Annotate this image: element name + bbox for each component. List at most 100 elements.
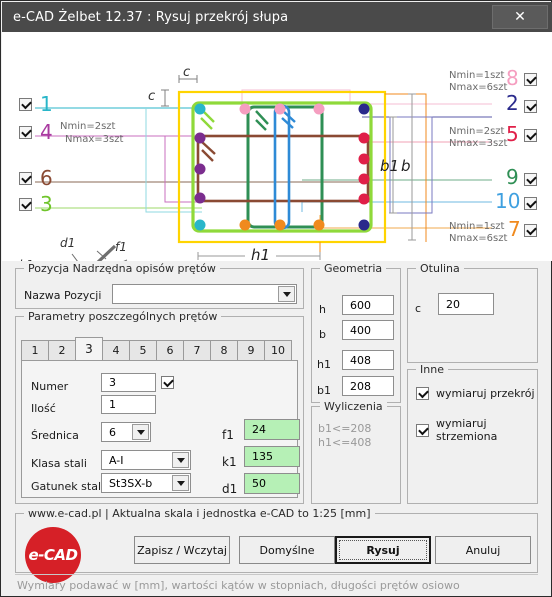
- bar-checkbox-1[interactable]: [19, 98, 32, 111]
- tab-5[interactable]: 5: [129, 340, 157, 361]
- tab-6[interactable]: 6: [156, 340, 184, 361]
- checkbox-icon[interactable]: [416, 387, 429, 400]
- klasa-stali-combo[interactable]: A-I: [101, 450, 191, 470]
- geometry-b1-input[interactable]: 208: [342, 376, 394, 396]
- cross-section-drawing: c c b1 b h1 h d1 f1 k1 1 4 Nmin=2szt Nma…: [2, 32, 552, 261]
- numer-input[interactable]: 3: [101, 373, 156, 392]
- bar-tabs: 1 2 3 4 5 6 7 8 9 10: [21, 337, 292, 361]
- bar-nmax-4: Nmax=3szt: [65, 134, 124, 145]
- bar-checkbox-2[interactable]: [524, 100, 537, 113]
- chevron-down-icon[interactable]: [172, 475, 189, 491]
- bar-nmax-8: Nmax=6szt: [449, 82, 508, 93]
- chevron-down-icon[interactable]: [132, 424, 149, 440]
- window-title: e-CAD Żelbet 12.37 : Rysuj przekrój słup…: [13, 9, 289, 25]
- d1-input[interactable]: 50: [244, 473, 300, 494]
- parent-position-legend: Pozycja Nadrzędna opisów prętów: [24, 262, 220, 275]
- geometry-h-input[interactable]: 600: [342, 295, 394, 315]
- bar-number-10: 10: [495, 189, 521, 213]
- bar-nmin-4: Nmin=2szt: [60, 121, 116, 132]
- bar-parameters-legend: Parametry poszczególnych prętów: [24, 310, 222, 323]
- srednica-combo[interactable]: 6: [101, 422, 151, 442]
- option-dimension-stirrups-label: wymiaruj strzemiona: [436, 417, 498, 443]
- detail-label-d1: d1: [60, 236, 76, 250]
- gatunek-stali-value: St3SX-b: [109, 476, 153, 490]
- cover-group: Otulina: [407, 262, 538, 363]
- position-name-label: Nazwa Pozycji: [24, 289, 102, 302]
- k1-input[interactable]: 135: [244, 446, 300, 467]
- bar-checkbox-10[interactable]: [524, 197, 537, 210]
- f1-label: f1: [222, 428, 234, 442]
- defaults-button[interactable]: Domyślne: [239, 536, 335, 564]
- bar-nmin-8: Nmin=1szt: [449, 70, 505, 81]
- bar-number-9: 9: [506, 165, 519, 189]
- bar-number-6: 6: [40, 166, 53, 190]
- geometry-h1-input[interactable]: 408: [342, 350, 394, 370]
- tab-4[interactable]: 4: [102, 340, 130, 361]
- draw-button[interactable]: Rysuj: [335, 536, 431, 564]
- other-options-legend: Inne: [416, 363, 448, 376]
- option-dimension-section-label: wymiaruj przekrój: [436, 387, 535, 400]
- footer-legend: www.e-cad.pl | Aktualna skala i jednostk…: [24, 507, 375, 520]
- defaults-label: Domyślne: [259, 543, 315, 557]
- cover-c-input[interactable]: 20: [438, 293, 494, 315]
- bar-number-2: 2: [506, 91, 519, 115]
- bar-checkbox-3[interactable]: [19, 198, 32, 211]
- bar-number-3: 3: [40, 192, 53, 216]
- d1-label: d1: [222, 482, 238, 496]
- tab-10[interactable]: 10: [264, 340, 292, 361]
- geometry-b1-label: b1: [317, 384, 331, 397]
- chevron-down-icon[interactable]: [172, 452, 189, 468]
- tab-2[interactable]: 2: [48, 340, 76, 361]
- position-name-combo[interactable]: [112, 284, 297, 304]
- f1-input[interactable]: 24: [244, 419, 300, 440]
- bar-number-8: 8: [506, 66, 519, 90]
- save-load-button[interactable]: Zapisz / Wczytaj: [134, 536, 230, 564]
- bar-checkbox-7[interactable]: [524, 224, 537, 237]
- bar-nmax-5: Nmax=3szt: [449, 138, 508, 149]
- numer-enabled-checkbox[interactable]: [161, 376, 174, 389]
- bar-checkbox-9[interactable]: [524, 173, 537, 186]
- calculations-group: Wyliczenia: [311, 400, 401, 504]
- bar-checkbox-5[interactable]: [524, 129, 537, 142]
- geometry-h1-label: h1: [317, 358, 331, 371]
- numer-label: Numer: [31, 380, 69, 393]
- option-dimension-stirrups[interactable]: wymiaruj strzemiona: [416, 417, 551, 443]
- close-button[interactable]: ✕: [492, 5, 548, 29]
- option-dimension-section[interactable]: wymiaruj przekrój: [416, 387, 535, 400]
- bar-nmin-5: Nmin=2szt: [449, 126, 505, 137]
- calc-line-1: b1<=208: [318, 422, 372, 435]
- tab-8[interactable]: 8: [210, 340, 238, 361]
- dim-label-c-top: c: [183, 65, 191, 80]
- footer-note: Wymiary podawać w [mm], wartości kątów w…: [17, 579, 460, 592]
- dim-label-h1: h1: [245, 246, 277, 261]
- cancel-label: Anuluj: [465, 543, 501, 557]
- tab-7[interactable]: 7: [183, 340, 211, 361]
- tab-3[interactable]: 3: [75, 337, 103, 361]
- save-load-label: Zapisz / Wczytaj: [137, 543, 227, 557]
- bar-checkbox-4[interactable]: [19, 126, 32, 139]
- klasa-stali-label: Klasa stali: [31, 457, 87, 470]
- title-bar: e-CAD Żelbet 12.37 : Rysuj przekrój słup…: [2, 2, 552, 32]
- dim-label-c-left: c: [148, 89, 156, 104]
- tab-9[interactable]: 9: [237, 340, 265, 361]
- geometry-b-label: b: [319, 328, 326, 341]
- gatunek-stali-combo[interactable]: St3SX-b: [101, 473, 191, 493]
- ilosc-input[interactable]: 1: [101, 395, 156, 414]
- bar-number-7: 7: [508, 217, 521, 241]
- cancel-button[interactable]: Anuluj: [435, 536, 531, 564]
- bar-number-1: 1: [40, 92, 53, 116]
- tab-1[interactable]: 1: [21, 340, 49, 361]
- bar-checkbox-6[interactable]: [19, 172, 32, 185]
- cover-legend: Otulina: [416, 262, 464, 275]
- bar-checkbox-8[interactable]: [524, 73, 537, 86]
- checkbox-icon[interactable]: [416, 423, 429, 437]
- gatunek-stali-label: Gatunek stali: [31, 480, 105, 493]
- klasa-stali-value: A-I: [109, 453, 124, 467]
- chevron-down-icon[interactable]: [278, 286, 295, 302]
- ilosc-label: Ilość: [31, 402, 56, 415]
- geometry-h-label: h: [319, 303, 326, 316]
- bar-number-4: 4: [40, 120, 53, 144]
- bar-number-5: 5: [506, 122, 519, 146]
- geometry-b-input[interactable]: 400: [342, 320, 394, 340]
- calculations-legend: Wyliczenia: [320, 400, 387, 413]
